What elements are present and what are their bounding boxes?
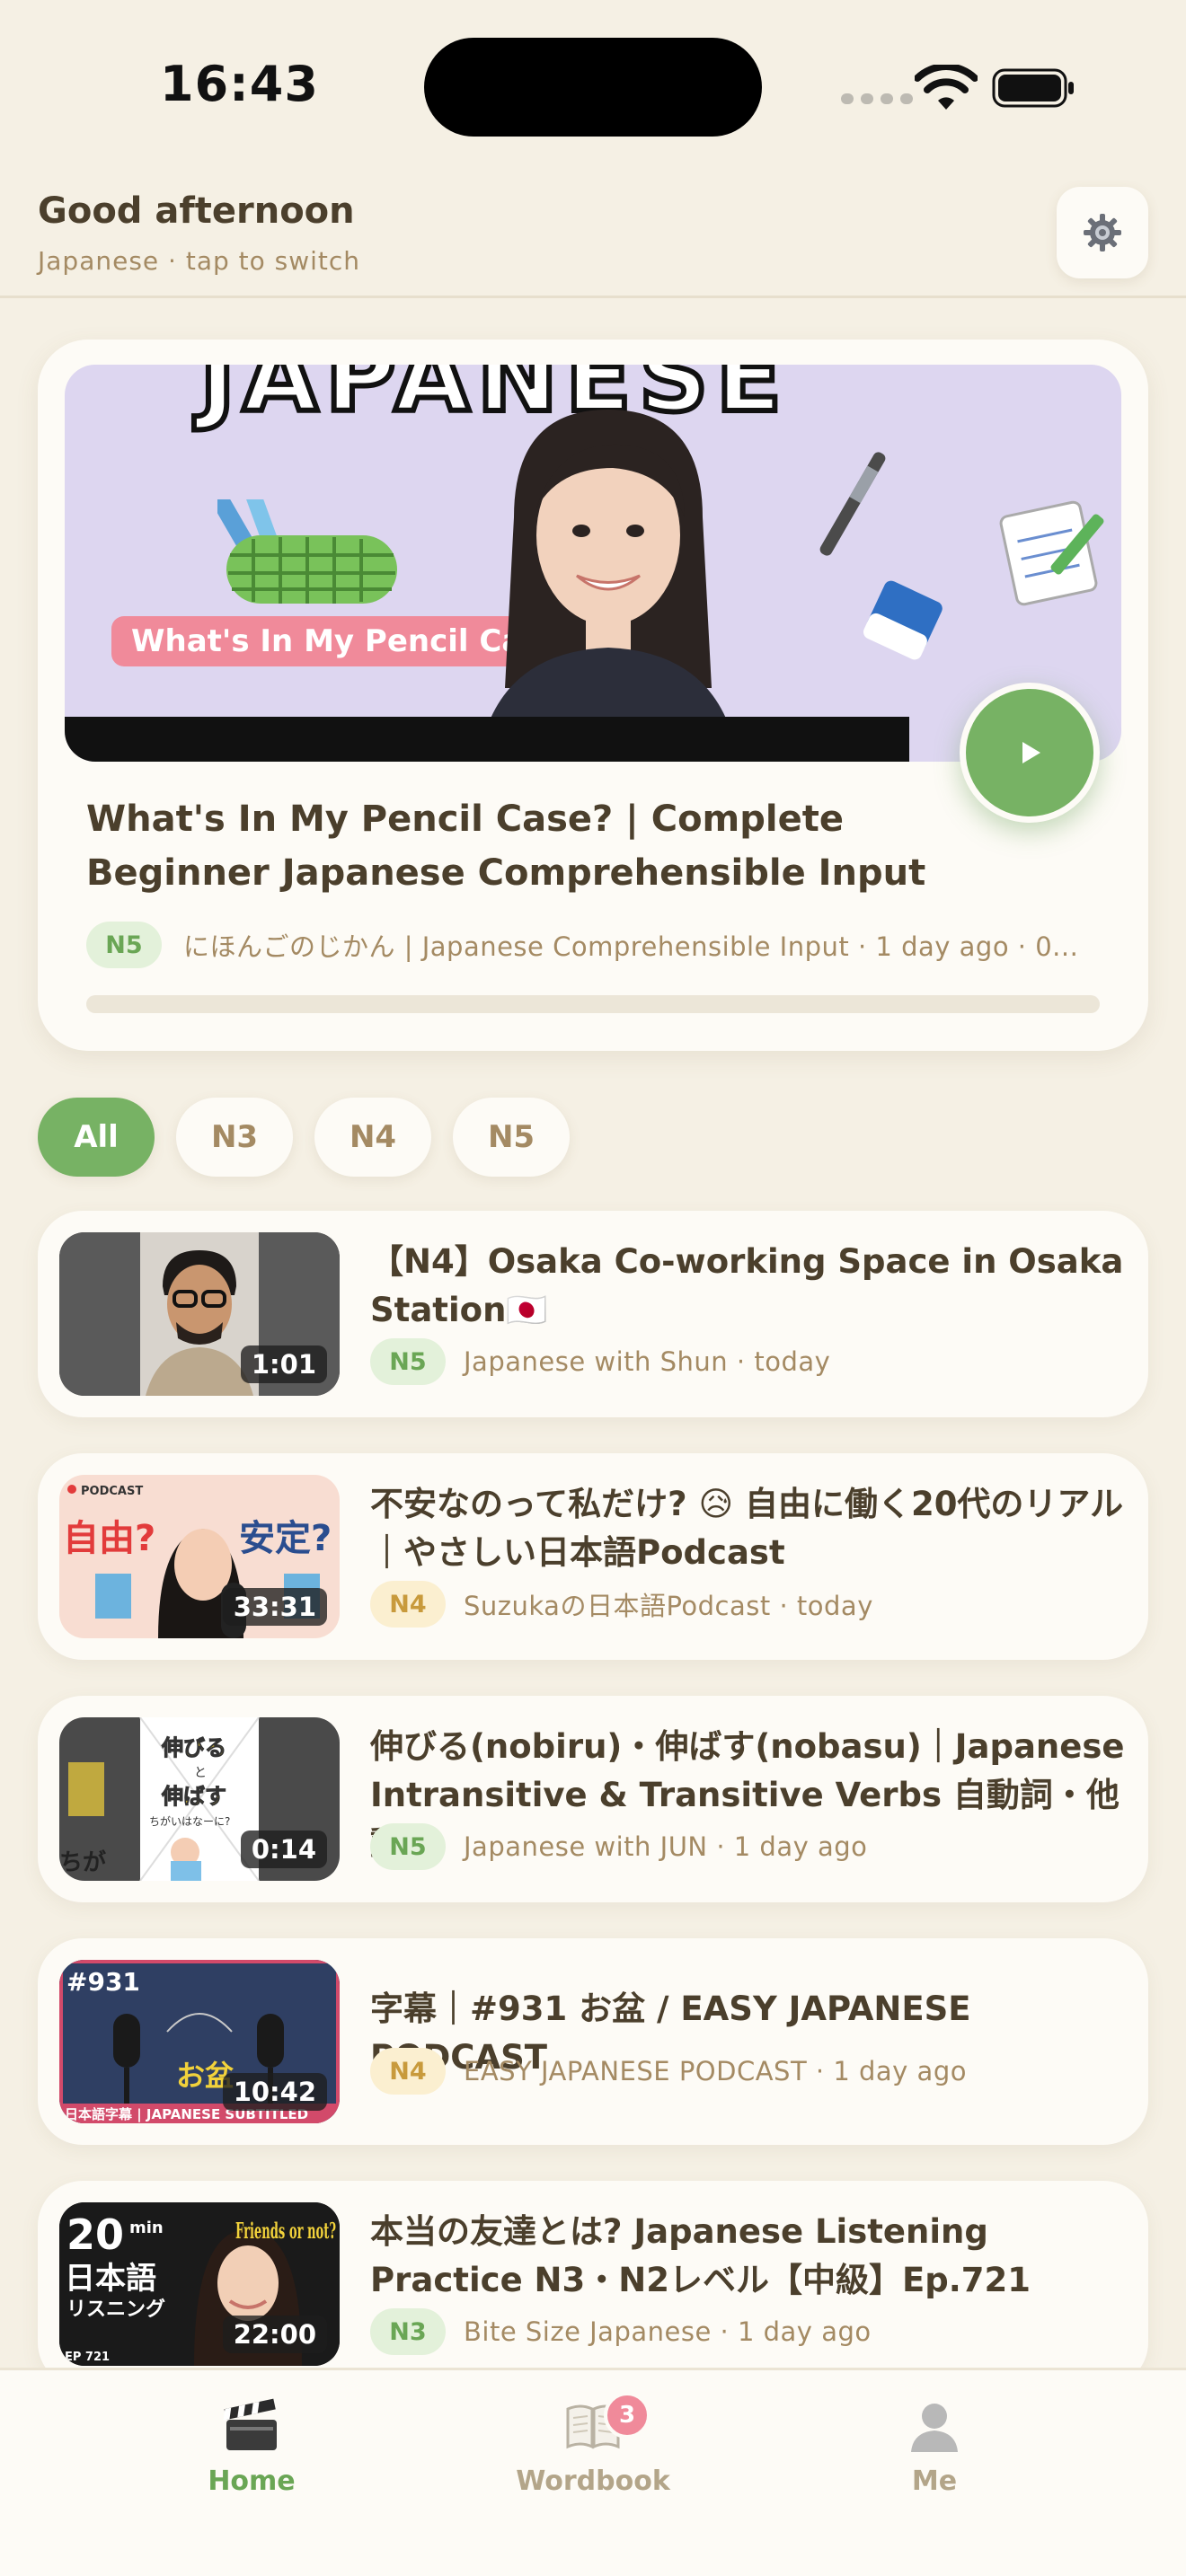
- filter-chip-n5[interactable]: N5: [453, 1098, 570, 1177]
- level-badge: N4: [370, 1581, 446, 1628]
- eraser-image: [863, 580, 943, 660]
- video-thumbnail[interactable]: 伸びる と 伸ばす ちがいはなーに? ちが 0:14: [59, 1717, 340, 1881]
- video-list-item[interactable]: 20 min 日本語 リスニング Friends or not? EP 721 …: [38, 2181, 1148, 2387]
- pencil-case-image: [217, 499, 397, 604]
- tab-wordbook[interactable]: 3 Wordbook: [485, 2392, 701, 2512]
- featured-video-card[interactable]: JAPANESE What's In My Pencil Case? What'…: [38, 340, 1148, 1051]
- video-channel-meta: Suzukaの日本語Podcast · today: [464, 1591, 873, 1621]
- battery-icon: [992, 68, 1074, 108]
- watch-progress-bar: [86, 995, 1100, 1013]
- cellular-signal-icon: [841, 93, 913, 104]
- bottom-tab-bar: Home 3 Wordbook Me: [0, 2368, 1186, 2576]
- thumb-text-nobasu: 伸ばす: [161, 1784, 226, 1809]
- dynamic-island: [424, 38, 762, 137]
- greeting-title: Good afternoon: [38, 190, 355, 232]
- thumb-text-listening: リスニング: [66, 2298, 165, 2321]
- header: Good afternoon Japanese · tap to switch: [0, 171, 1186, 298]
- thumb-text-20: 20: [66, 2210, 124, 2259]
- level-badge: N5: [370, 1823, 446, 1870]
- thumb-text-chigai: ちがいはなーに?: [149, 1814, 230, 1828]
- video-channel-meta: Japanese with JUN · 1 day ago: [464, 1831, 868, 1862]
- level-badge: N3: [370, 2308, 446, 2355]
- featured-title: What's In My Pencil Case? | Complete Beg…: [86, 798, 926, 894]
- video-duration: 1:01: [240, 1345, 327, 1383]
- thumb-text-931: #931: [66, 1967, 140, 1997]
- video-meta: N3 Bite Size Japanese · 1 day ago: [370, 2308, 872, 2355]
- presenter-image: [478, 410, 739, 762]
- settings-button[interactable]: [1057, 187, 1148, 278]
- language-switch[interactable]: Japanese · tap to switch: [38, 246, 360, 276]
- video-duration: 0:14: [240, 1831, 327, 1868]
- gear-icon: [1084, 214, 1121, 251]
- video-list-item[interactable]: #931 お盆 日本語字幕 | JAPANESE SUBTITLED 10:42…: [38, 1938, 1148, 2145]
- featured-thumbnail[interactable]: JAPANESE What's In My Pencil Case?: [65, 365, 1121, 762]
- level-badge: N4: [370, 2048, 446, 2095]
- clapperboard-icon: [222, 2395, 281, 2455]
- level-badge: N5: [370, 1338, 446, 1385]
- wifi-icon: [915, 65, 978, 110]
- notepad-image: [999, 500, 1104, 606]
- thumb-text-friends: Friends or not?: [235, 2218, 336, 2244]
- video-duration: 33:31: [222, 1588, 327, 1626]
- tab-me[interactable]: Me: [827, 2395, 1042, 2512]
- video-thumbnail[interactable]: PODCAST 自由? 安定? 33:31: [59, 1475, 340, 1638]
- filter-chip-n4[interactable]: N4: [314, 1098, 431, 1177]
- thumb-text-antei: 安定?: [239, 1518, 332, 1559]
- video-meta: N5 Japanese with JUN · 1 day ago: [370, 1823, 867, 1870]
- featured-channel-meta: にほんごのじかん | Japanese Comprehensible Input…: [183, 931, 1079, 962]
- wordbook-count-badge: 3: [604, 2392, 651, 2439]
- person-icon: [905, 2395, 964, 2455]
- tab-me-label: Me: [911, 2466, 958, 2497]
- status-time: 16:43: [160, 56, 319, 112]
- video-channel-meta: Japanese with Shun · today: [464, 1346, 831, 1377]
- video-title: 【N4】Osaka Co-working Space in Osaka Stat…: [370, 1242, 1124, 1329]
- video-list-item[interactable]: PODCAST 自由? 安定? 33:31 不安なのって私だけ? 😥 自由に働く…: [38, 1453, 1148, 1660]
- video-list-item[interactable]: 1:01 【N4】Osaka Co-working Space in Osaka…: [38, 1211, 1148, 1417]
- video-title: 不安なのって私だけ? 😥 自由に働く20代のリアル｜やさしい日本語Podcast: [370, 1485, 1124, 1572]
- video-duration: 22:00: [222, 2316, 327, 2353]
- tab-home[interactable]: Home: [144, 2395, 359, 2512]
- filter-chip-all[interactable]: All: [38, 1098, 155, 1177]
- thumb-text-nihongo: 日本語: [65, 2261, 156, 2297]
- video-channel-meta: Bite Size Japanese · 1 day ago: [464, 2316, 872, 2347]
- tab-home-label: Home: [208, 2466, 296, 2497]
- status-bar: 16:43: [0, 0, 1186, 171]
- video-duration: 10:42: [222, 2073, 327, 2111]
- video-meta: N5 Japanese with Shun · today: [370, 1338, 830, 1385]
- tab-wordbook-label: Wordbook: [516, 2466, 670, 2497]
- thumb-text-chiga: ちが: [59, 1848, 106, 1876]
- thumbnail-band: [65, 717, 909, 762]
- filter-chip-n3[interactable]: N3: [176, 1098, 293, 1177]
- video-thumbnail[interactable]: 20 min 日本語 リスニング Friends or not? EP 721 …: [59, 2202, 340, 2366]
- thumb-text-jiyu: 自由?: [63, 1518, 155, 1559]
- video-thumbnail[interactable]: 1:01: [59, 1232, 340, 1396]
- video-title: 本当の友達とは? Japanese Listening Practice N3・…: [370, 2212, 1031, 2299]
- thumb-text-podcast: PODCAST: [81, 1485, 143, 1498]
- video-meta: N4 EASY JAPANESE PODCAST · 1 day ago: [370, 2048, 967, 2095]
- featured-meta: N5 にほんごのじかん | Japanese Comprehensible In…: [86, 922, 1137, 968]
- video-channel-meta: EASY JAPANESE PODCAST · 1 day ago: [464, 2056, 967, 2086]
- thumb-text-ep: EP 721: [65, 2351, 110, 2364]
- thumb-text-min: min: [129, 2219, 164, 2237]
- video-list-item[interactable]: 伸びる と 伸ばす ちがいはなーに? ちが 0:14 伸びる(nobiru)・伸…: [38, 1696, 1148, 1902]
- thumb-text-to: と: [194, 1766, 207, 1780]
- level-badge: N5: [86, 922, 162, 968]
- level-filter-chips: All N3 N4 N5: [38, 1098, 570, 1177]
- video-thumbnail[interactable]: #931 お盆 日本語字幕 | JAPANESE SUBTITLED 10:42: [59, 1960, 340, 2123]
- pen-image: [819, 452, 886, 556]
- thumb-text-nobiru: 伸びる: [161, 1735, 226, 1760]
- video-meta: N4 Suzukaの日本語Podcast · today: [370, 1581, 873, 1628]
- play-icon: [1022, 742, 1040, 763]
